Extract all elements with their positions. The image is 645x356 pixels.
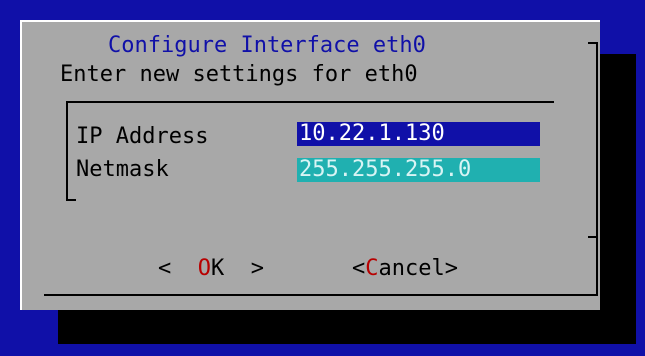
ip-address-input[interactable]: 10.22.1.130 (297, 122, 540, 146)
dialog-frame-top-left (20, 20, 600, 22)
dialog-frame-bottom (44, 294, 598, 296)
ok-button-hotkey: O (197, 256, 211, 281)
dialog-button-separator-tick (588, 236, 598, 238)
ok-button[interactable]: < OK > (158, 257, 264, 281)
dialog-frame-right (596, 42, 598, 294)
form-box-top (66, 101, 554, 103)
ip-address-label: IP Address (76, 124, 209, 149)
dialog-frame-title-tick (588, 42, 598, 44)
netmask-label: Netmask (76, 157, 169, 182)
ok-button-label-rest: K (211, 256, 225, 281)
netmask-input[interactable]: 255.255.255.0 (297, 158, 540, 182)
ok-button-left-bracket: < (158, 256, 172, 281)
dialog-title: Configure Interface eth0 (108, 33, 426, 58)
form-box-left (66, 101, 68, 201)
form-box-bottom-tick (66, 199, 76, 201)
cancel-button-right-bracket: > (444, 256, 458, 281)
dialog-prompt: Enter new settings for eth0 (60, 62, 418, 87)
cancel-button-left-bracket: < (352, 256, 366, 281)
cancel-button-hotkey: C (365, 256, 379, 281)
cancel-button[interactable]: <Cancel> (352, 257, 458, 281)
dialog-frame-left (20, 20, 22, 310)
cancel-button-label-rest: ancel (378, 256, 445, 281)
ok-button-right-bracket: > (250, 256, 264, 281)
